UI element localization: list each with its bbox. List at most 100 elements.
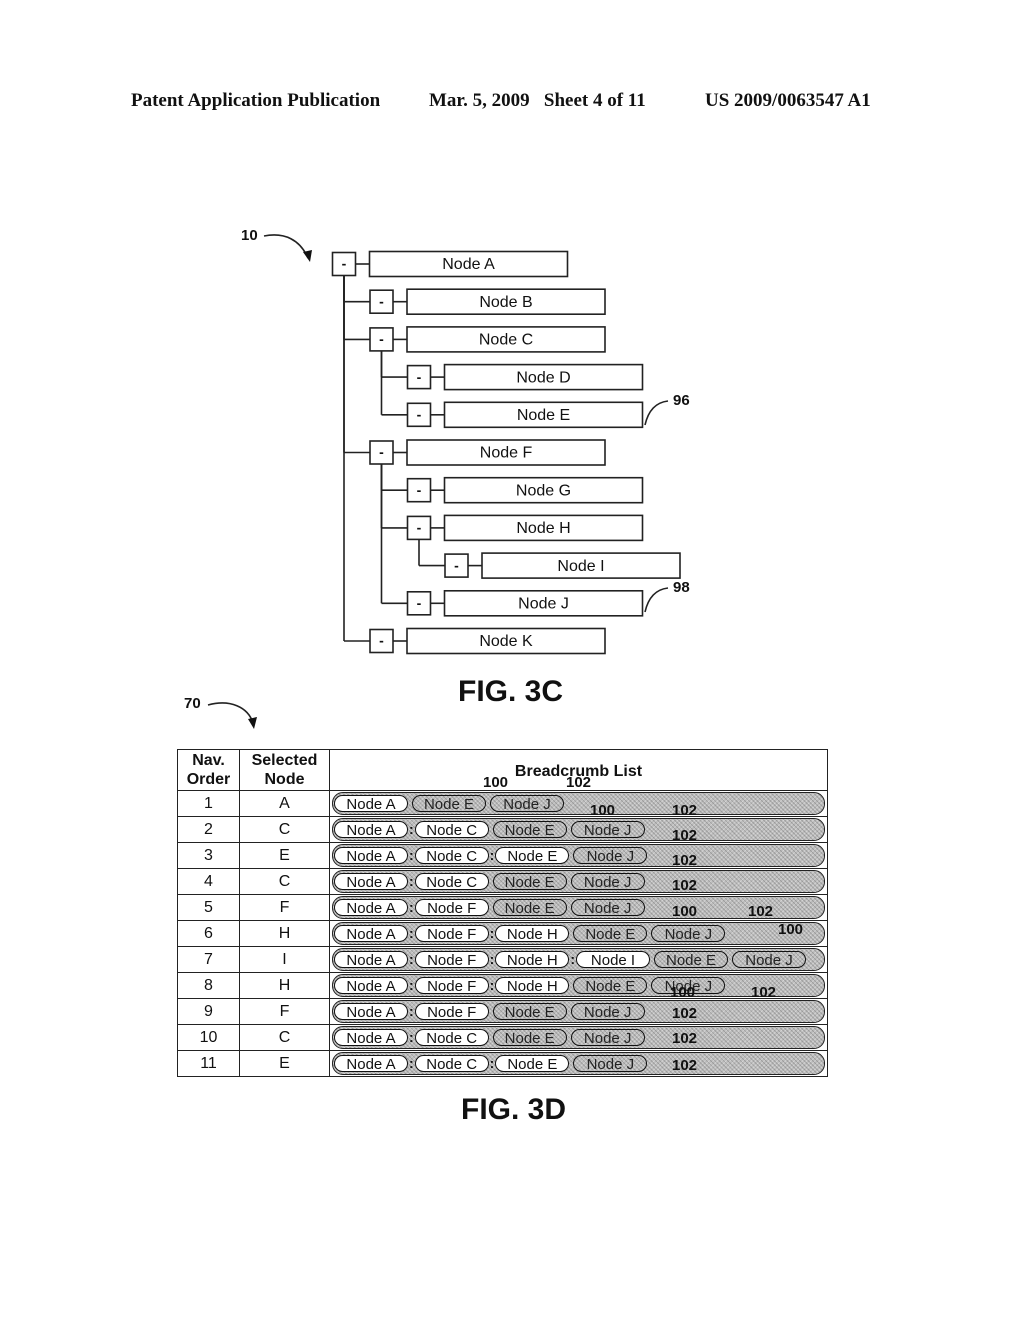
- breadcrumb-item-active[interactable]: Node F: [414, 899, 489, 917]
- breadcrumb-cell: Node A: Node C Node E Node J: [329, 1024, 828, 1051]
- ref-label-breadcrumb: 100: [778, 921, 804, 938]
- selected-node-cell: C: [239, 868, 330, 895]
- nav-order-cell: 10: [177, 1024, 240, 1051]
- breadcrumb-separator-icon: :: [489, 925, 495, 941]
- breadcrumb-item-active[interactable]: Node E: [495, 1055, 570, 1073]
- breadcrumb-item-ghost[interactable]: Node E: [492, 1003, 567, 1021]
- breadcrumb-item-active[interactable]: Node A: [334, 847, 408, 865]
- breadcrumb-separator-icon: :: [409, 951, 414, 967]
- selected-node-cell: H: [239, 920, 330, 947]
- breadcrumb-separator-icon: :: [409, 847, 414, 863]
- breadcrumb-item-active[interactable]: Node C: [414, 821, 489, 839]
- breadcrumb-item-ghost[interactable]: Node E: [492, 1029, 567, 1047]
- column-header-selected-node: Selected Node: [239, 749, 330, 791]
- tree-node-label: Node I: [557, 558, 604, 575]
- breadcrumb-item-active[interactable]: Node A: [334, 899, 408, 917]
- breadcrumb-item-ghost[interactable]: Node E: [412, 795, 486, 813]
- breadcrumb-item-ghost[interactable]: Node J: [570, 821, 645, 839]
- breadcrumb-item-ghost[interactable]: Node J: [573, 1055, 648, 1073]
- selected-node-cell: C: [239, 1024, 330, 1051]
- breadcrumb-item-ghost[interactable]: Node E: [573, 925, 648, 943]
- ref-label-breadcrumb: 100: [483, 774, 509, 791]
- breadcrumb-item-ghost[interactable]: Node J: [490, 795, 564, 813]
- breadcrumb-item-active[interactable]: Node A: [334, 873, 408, 891]
- breadcrumb-item-ghost[interactable]: Node E: [492, 899, 567, 917]
- breadcrumb-separator-icon: :: [570, 951, 576, 967]
- breadcrumb-item-ghost[interactable]: Node E: [492, 873, 567, 891]
- table-row: 10 C Node A: Node C Node E Node J: [177, 1024, 828, 1051]
- breadcrumb-item-ghost[interactable]: Node E: [492, 821, 567, 839]
- collapse-icon: -: [417, 595, 422, 611]
- breadcrumb-item-active[interactable]: Node A: [334, 821, 408, 839]
- ref-label-breadcrumb: 102: [748, 903, 774, 920]
- breadcrumb-item-ghost[interactable]: Node J: [573, 847, 648, 865]
- table-row: 3 E Node A: Node C: Node E Node J: [177, 842, 828, 869]
- selected-node-cell: A: [239, 790, 330, 817]
- breadcrumb-item-active[interactable]: Node A: [334, 795, 408, 813]
- breadcrumb-item-active[interactable]: Node F: [414, 1003, 489, 1021]
- selected-node-cell: I: [239, 946, 330, 973]
- breadcrumb-cell: Node A: Node C: Node E Node J: [329, 1050, 828, 1077]
- breadcrumb-table: Nav. Order Selected Node Breadcrumb List…: [177, 749, 828, 1077]
- breadcrumb-item-active[interactable]: Node A: [334, 1055, 408, 1073]
- ref-label-breadcrumb: 102: [672, 877, 698, 894]
- breadcrumb-separator-icon: :: [409, 977, 414, 993]
- breadcrumb-cell: Node A: Node C Node E Node J: [329, 868, 828, 895]
- breadcrumb-bar: Node A: Node F: Node H: Node I Node E Node J: [332, 948, 825, 971]
- breadcrumb-bar: Node A Node E Node J: [332, 792, 825, 815]
- tree-node-label: Node E: [517, 407, 570, 424]
- breadcrumb-item-active[interactable]: Node H: [495, 977, 570, 995]
- table-row: 11 E Node A: Node C: Node E Node J: [177, 1050, 828, 1077]
- breadcrumb-item-active[interactable]: Node C: [414, 1029, 489, 1047]
- breadcrumb-item-active[interactable]: Node F: [414, 977, 489, 995]
- breadcrumb-item-ghost[interactable]: Node J: [732, 951, 807, 969]
- table-row: 1 A Node A Node E Node J: [177, 790, 828, 817]
- collapse-icon: -: [379, 331, 384, 347]
- breadcrumb-item-ghost[interactable]: Node J: [570, 1029, 645, 1047]
- breadcrumb-item-active[interactable]: Node A: [334, 1003, 408, 1021]
- figure-label-3c: FIG. 3C: [458, 675, 564, 708]
- tree-node-label: Node J: [518, 596, 569, 613]
- breadcrumb-item-active[interactable]: Node C: [414, 847, 489, 865]
- ref-label-breadcrumb: 102: [672, 1030, 698, 1047]
- breadcrumb-item-active[interactable]: Node I: [576, 951, 651, 969]
- tree-node-label: Node G: [516, 482, 571, 499]
- breadcrumb-separator-icon: :: [409, 821, 414, 837]
- breadcrumb-item-active[interactable]: Node F: [414, 951, 489, 969]
- collapse-icon: -: [417, 520, 422, 536]
- breadcrumb-item-ghost[interactable]: Node J: [570, 899, 645, 917]
- breadcrumb-item-active[interactable]: Node A: [334, 951, 408, 969]
- breadcrumb-item-active[interactable]: Node C: [414, 1055, 489, 1073]
- ref-label-node-e: 96: [673, 392, 690, 409]
- breadcrumb-bar: Node A: Node C: Node E Node J: [332, 1052, 825, 1075]
- breadcrumb-item-active[interactable]: Node C: [414, 873, 489, 891]
- breadcrumb-item-active[interactable]: Node F: [414, 925, 489, 943]
- breadcrumb-item-active[interactable]: Node E: [495, 847, 570, 865]
- selected-node-cell: C: [239, 816, 330, 843]
- breadcrumb-item-ghost[interactable]: Node E: [573, 977, 648, 995]
- breadcrumb-item-active[interactable]: Node H: [495, 951, 570, 969]
- nav-order-cell: 2: [177, 816, 240, 843]
- breadcrumb-item-ghost[interactable]: Node J: [651, 925, 726, 943]
- breadcrumb-item-ghost[interactable]: Node J: [570, 1003, 645, 1021]
- breadcrumb-bar: Node A: Node C: Node E Node J: [332, 844, 825, 867]
- selected-node-cell: E: [239, 842, 330, 869]
- breadcrumb-item-ghost[interactable]: Node E: [654, 951, 729, 969]
- breadcrumb-item-active[interactable]: Node A: [334, 977, 408, 995]
- tree-node-label: Node A: [442, 256, 495, 273]
- ref-arrowhead-tree: [303, 250, 312, 262]
- table-row: 6 H Node A: Node F: Node H Node E Node J: [177, 920, 828, 947]
- nav-order-cell: 9: [177, 998, 240, 1025]
- breadcrumb-cell: Node A: Node F: Node H: Node I Node E Node J: [329, 946, 828, 973]
- breadcrumb-item-active[interactable]: Node A: [334, 925, 408, 943]
- breadcrumb-bar: Node A: Node F Node E Node J: [332, 1000, 825, 1023]
- collapse-icon: -: [417, 407, 422, 423]
- table-row: 7 I Node A: Node F: Node H: Node I Node E Node …: [177, 946, 828, 973]
- ref-label-breadcrumb: 100: [670, 984, 696, 1001]
- breadcrumb-item-active[interactable]: Node H: [495, 925, 570, 943]
- breadcrumb-bar: Node A: Node C Node E Node J: [332, 818, 825, 841]
- selected-node-cell: F: [239, 894, 330, 921]
- breadcrumb-item-ghost[interactable]: Node J: [570, 873, 645, 891]
- breadcrumb-item-active[interactable]: Node A: [334, 1029, 408, 1047]
- ref-label-node-j: 98: [673, 579, 690, 596]
